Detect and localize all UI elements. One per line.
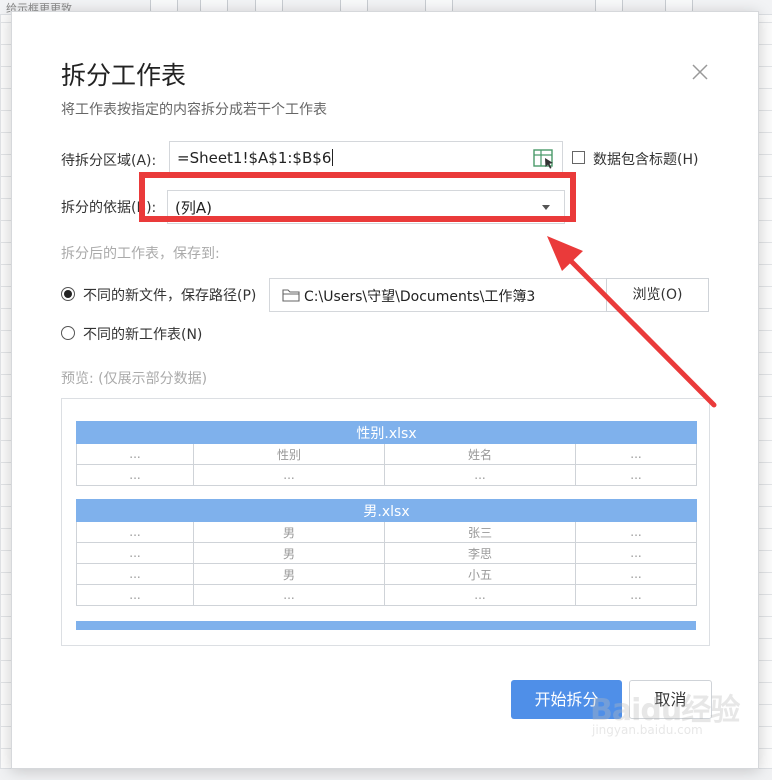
radio-new-file[interactable] (61, 287, 75, 301)
split-sheet-dialog: 拆分工作表 将工作表按指定的内容拆分成若干个工作表 待拆分区域(A): =She… (11, 11, 759, 769)
table-row: ... 男 小五 ... (76, 563, 698, 585)
range-value: =Sheet1!$A$1:$B$6 (177, 149, 334, 167)
save-section-label: 拆分后的工作表，保存到: (61, 246, 220, 262)
watermark-url: jingyan.baidu.com (592, 723, 703, 737)
preview-table-1-title: 性别.xlsx (75, 421, 698, 444)
baidu-watermark: Baidu经验 jingyan.baidu.com (590, 685, 740, 745)
sheet-bottom-bar (0, 768, 772, 780)
table-row: ... 性别 姓名 ... (76, 443, 698, 465)
range-input[interactable]: =Sheet1!$A$1:$B$6 (169, 141, 563, 175)
table-row: ... ... ... ... (76, 584, 698, 606)
preview-table-1: 性别.xlsx ... 性别 姓名 ... ... ... ... ... (75, 421, 698, 486)
header-checkbox-label: 数据包含标题(H) (593, 152, 699, 168)
folder-icon (282, 289, 300, 302)
header-checkbox[interactable] (572, 151, 585, 164)
table-row: ... 男 张三 ... (76, 521, 698, 543)
preview-table-2: 男.xlsx ... 男 张三 ... ... 男 李思 ... ... 男 小… (75, 499, 698, 606)
radio-new-sheet-label: 不同的新工作表(N) (83, 327, 203, 343)
close-icon[interactable] (690, 62, 710, 82)
dialog-subtitle: 将工作表按指定的内容拆分成若干个工作表 (61, 102, 327, 118)
dialog-title: 拆分工作表 (61, 61, 187, 90)
annotation-highlight-box (139, 172, 576, 222)
preview-table-2-title: 男.xlsx (75, 499, 698, 522)
browse-button[interactable]: 浏览(O) (606, 278, 709, 312)
preview-panel: 性别.xlsx ... 性别 姓名 ... ... ... ... ... 男.… (61, 398, 710, 646)
preview-label: 预览: (仅展示部分数据) (61, 371, 208, 387)
range-select-icon[interactable] (532, 147, 556, 171)
radio-new-sheet[interactable] (61, 326, 75, 340)
radio-new-file-label: 不同的新文件，保存路径(P) (83, 288, 257, 304)
save-path-value: C:\Users\守望\Documents\工作簿3 (304, 289, 536, 305)
preview-table-3-header (76, 621, 696, 630)
table-row: ... 男 李思 ... (76, 542, 698, 564)
table-row: ... ... ... ... (76, 464, 698, 486)
save-path-input[interactable]: C:\Users\守望\Documents\工作簿3 (269, 278, 607, 312)
range-label: 待拆分区域(A): (61, 153, 157, 169)
